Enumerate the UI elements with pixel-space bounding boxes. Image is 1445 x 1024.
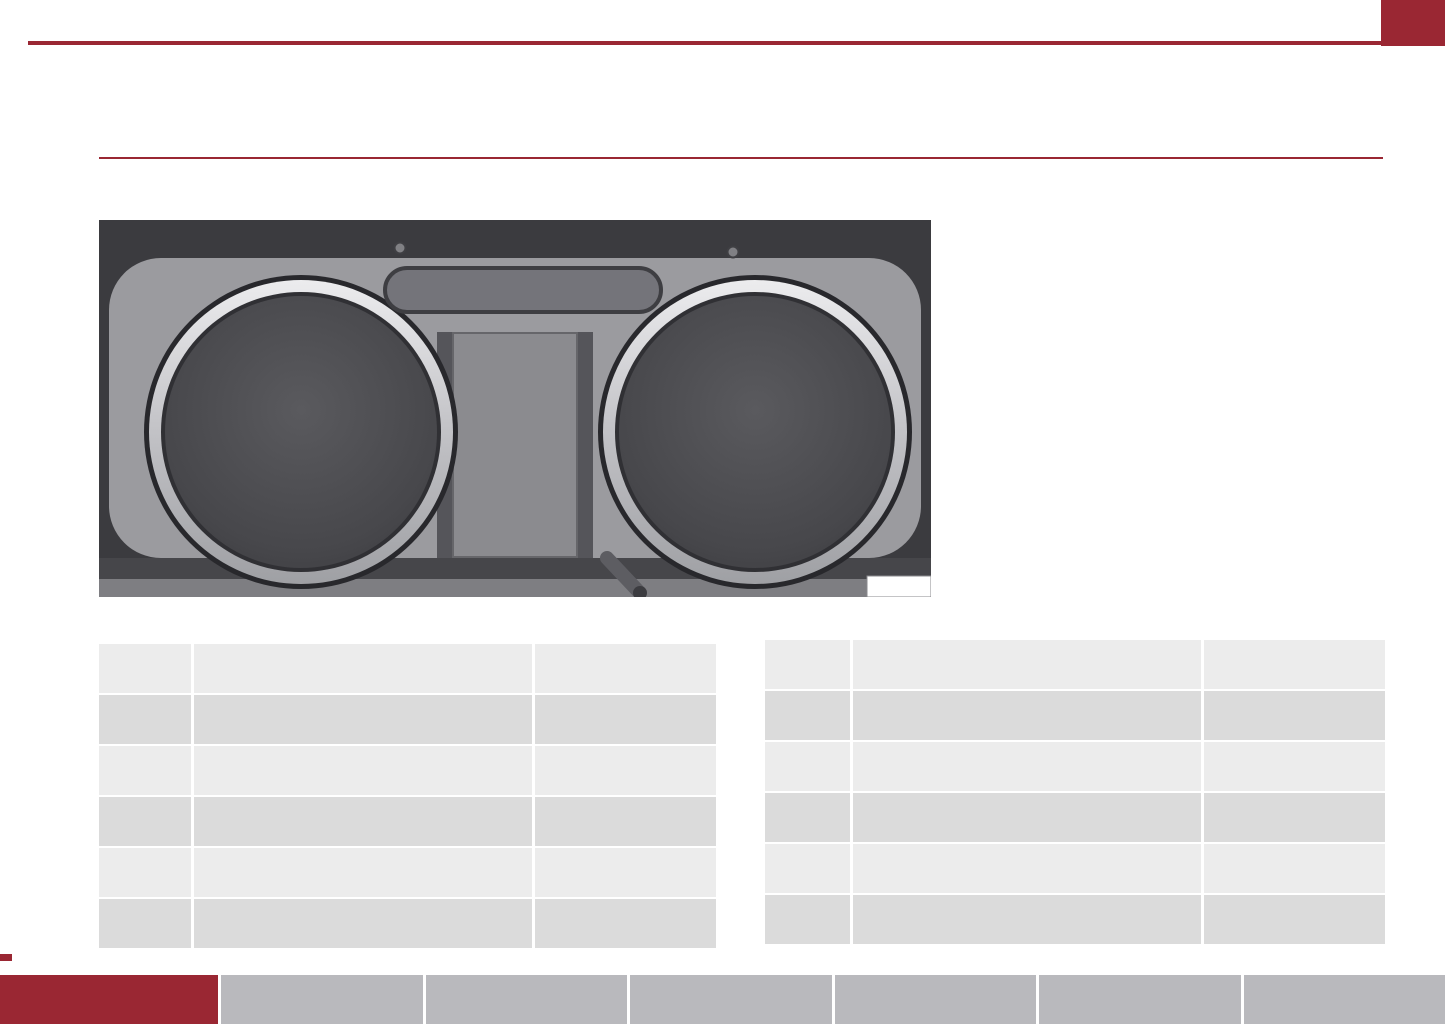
indicator-label	[194, 848, 532, 897]
table-row	[99, 848, 716, 897]
indicator-symbol-cell	[99, 746, 191, 795]
indicator-symbol-cell	[99, 695, 191, 744]
generator-battery-icon	[123, 906, 167, 942]
indicator-label	[194, 899, 532, 948]
tab-pannenhilfe[interactable]	[835, 975, 1036, 1024]
page-reference[interactable]	[535, 797, 716, 846]
page-reference[interactable]	[535, 848, 716, 897]
page-reference[interactable]	[1204, 742, 1385, 791]
tachometer	[144, 275, 458, 589]
indicator-symbol-cell	[99, 848, 191, 897]
page-reference[interactable]	[1204, 895, 1385, 944]
table-row	[765, 793, 1385, 842]
instrument-cluster-figure: EPC 1 ABS	[99, 220, 931, 597]
high-beam-icon	[123, 753, 167, 789]
indicator-symbol-cell	[99, 797, 191, 846]
instrument-cluster-photo: EPC 1 ABS	[99, 220, 931, 597]
indicator-symbol-cell	[765, 640, 850, 689]
low-beam-icon	[123, 804, 167, 840]
page-number	[1381, 0, 1445, 46]
table-row	[99, 899, 716, 948]
front-fog-light-icon	[786, 647, 830, 683]
screw	[728, 247, 739, 258]
turn-signal-right-icon	[123, 702, 167, 738]
indicator-label	[853, 742, 1201, 791]
table-row	[99, 695, 716, 744]
page-reference[interactable]	[535, 746, 716, 795]
page-reference[interactable]	[1204, 691, 1385, 740]
table-row	[99, 746, 716, 795]
tab-sicherheit[interactable]	[221, 975, 422, 1024]
table-row	[765, 640, 1385, 689]
power-steering-icon	[786, 749, 830, 785]
indicator-label	[194, 746, 532, 795]
subsection-rule	[99, 157, 1383, 159]
tab-betriebshinweise[interactable]	[630, 975, 831, 1024]
photo-code-label	[867, 576, 931, 597]
chapter-tab-bar	[0, 975, 1445, 1024]
multifunction-display	[453, 333, 577, 557]
page-reference[interactable]	[535, 899, 716, 948]
indicator-symbol-cell	[765, 742, 850, 791]
page-reference[interactable]	[535, 644, 716, 693]
indicator-label	[194, 797, 532, 846]
page-reference[interactable]	[1204, 793, 1385, 842]
table-row	[99, 797, 716, 846]
table-row	[765, 895, 1385, 944]
page-reference[interactable]	[1204, 640, 1385, 689]
glow-plug-icon	[786, 851, 830, 887]
speedometer	[598, 275, 912, 589]
indicator-label	[853, 895, 1201, 944]
indicator-symbol-cell	[99, 644, 191, 693]
trailer-turn-signals-icon	[786, 902, 830, 938]
rear-fog-light-icon	[123, 855, 167, 891]
tab-technische-daten[interactable]	[1244, 975, 1445, 1024]
tab-fahrhinweise[interactable]	[426, 975, 627, 1024]
table-row	[99, 644, 716, 693]
tab-praktik[interactable]	[1039, 975, 1240, 1024]
indicator-label	[853, 640, 1201, 689]
indicator-label	[853, 793, 1201, 842]
tab-bedienung[interactable]	[0, 975, 218, 1024]
cornering-light-icon	[786, 698, 830, 734]
table-row	[765, 742, 1385, 791]
indicator-symbol-cell	[765, 844, 850, 893]
indicator-label	[194, 695, 532, 744]
indicator-symbol-cell	[99, 899, 191, 948]
indicator-label	[853, 844, 1201, 893]
page-reference[interactable]	[535, 695, 716, 744]
indicator-table-right	[765, 640, 1385, 944]
screw	[395, 243, 406, 254]
indicator-symbol-cell	[765, 895, 850, 944]
indicator-label	[194, 644, 532, 693]
manual-page: EPC 1 ABS	[0, 0, 1445, 1024]
chapter-marker	[0, 954, 12, 961]
turn-signal-left-icon	[123, 651, 167, 687]
epc-icon	[786, 800, 830, 836]
table-row	[765, 844, 1385, 893]
page-reference[interactable]	[1204, 844, 1385, 893]
indicator-label	[853, 691, 1201, 740]
indicator-table-left	[99, 644, 716, 948]
table-row	[765, 691, 1385, 740]
indicator-strip	[385, 268, 661, 312]
indicator-symbol-cell	[765, 691, 850, 740]
indicator-symbol-cell	[765, 793, 850, 842]
header-rule	[28, 41, 1445, 45]
